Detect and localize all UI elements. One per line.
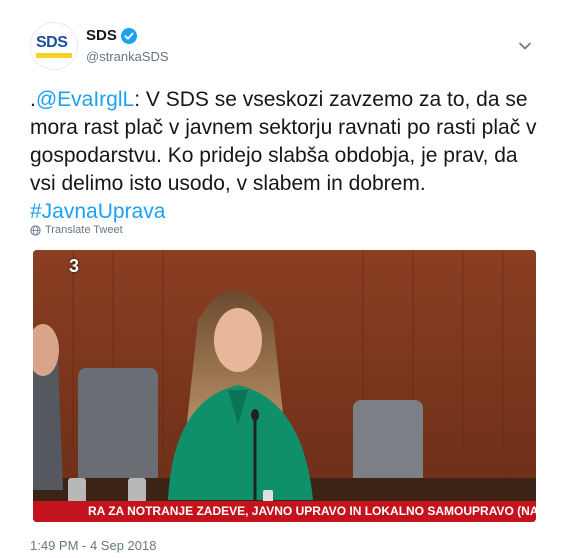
- verified-badge-icon: [120, 27, 137, 44]
- tv-channel-number: 3: [69, 256, 80, 276]
- chevron-down-icon[interactable]: [517, 38, 533, 54]
- avatar-logo-text: SDS: [36, 34, 68, 51]
- author-handle[interactable]: @strankaSDS: [86, 49, 169, 64]
- tweet-media-image[interactable]: 3 RA ZA NOTRANJE ZADEVE, JAVNO UPRAVO IN…: [33, 250, 536, 522]
- translate-label[interactable]: Translate Tweet: [45, 224, 123, 236]
- author-name-row[interactable]: SDS: [86, 27, 137, 44]
- news-chyron: RA ZA NOTRANJE ZADEVE, JAVNO UPRAVO IN L…: [33, 501, 536, 522]
- globe-icon: [30, 224, 41, 236]
- display-name[interactable]: SDS: [86, 27, 117, 44]
- avatar[interactable]: SDS: [30, 22, 78, 70]
- hashtag-link[interactable]: #JavnaUprava: [30, 200, 165, 223]
- tweet-text: .@EvaIrglL: V SDS se vseskozi zavzemo za…: [30, 86, 540, 226]
- tweet-timestamp[interactable]: 1:49 PM - 4 Sep 2018: [30, 538, 156, 553]
- translate-tweet-link[interactable]: Translate Tweet: [30, 224, 123, 236]
- video-frame-illustration: [33, 250, 536, 522]
- avatar-logo-bar: [36, 53, 72, 58]
- mention-link[interactable]: @EvaIrglL: [36, 88, 134, 111]
